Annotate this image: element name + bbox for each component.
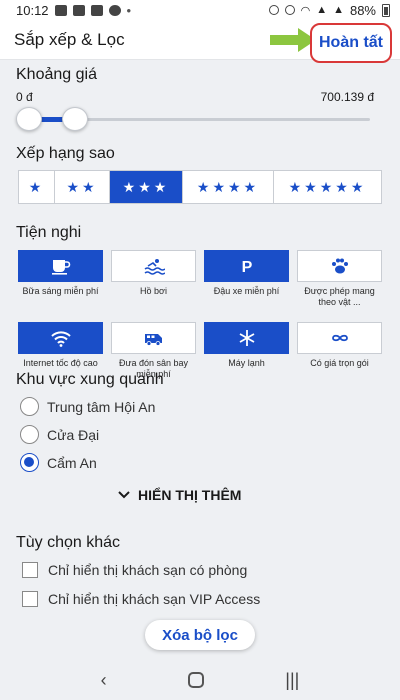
signal-icon: ▲ xyxy=(333,4,344,16)
show-more-button[interactable]: HIỂN THỊ THÊM xyxy=(118,487,241,503)
star-option-3[interactable]: ★★★ xyxy=(110,171,183,203)
battery-percent: 88% xyxy=(349,2,376,18)
recent-apps-icon[interactable]: ||| xyxy=(285,670,299,691)
more-notifications-icon: • xyxy=(126,2,132,18)
amenity-pool[interactable]: Hồ bơi xyxy=(111,250,196,320)
home-icon[interactable] xyxy=(187,672,204,688)
other-option-label: Chỉ hiển thị khách sạn VIP Access xyxy=(48,591,261,607)
amenity-label: Có giá trọn gói xyxy=(310,358,369,368)
pet-paw-icon xyxy=(331,258,348,274)
other-option[interactable]: Chỉ hiển thị khách sạn có phòng xyxy=(22,562,247,578)
battery-icon xyxy=(382,3,390,17)
star-rating-selector: ★ ★★ ★★★ ★★★★ ★★★★★ xyxy=(18,170,382,204)
other-section-title: Tùy chọn khác xyxy=(16,534,121,551)
facebook-icon xyxy=(108,4,121,16)
page-title: Sắp xếp & Lọc xyxy=(14,29,125,49)
chevron-down-icon xyxy=(118,491,130,499)
price-slider-max-handle[interactable] xyxy=(62,107,88,131)
wifi-status-icon: ◠ xyxy=(300,4,311,17)
amenity-label: Máy lạnh xyxy=(228,358,265,368)
amenity-label: Đậu xe miễn phí xyxy=(213,286,280,296)
breakfast-icon xyxy=(51,260,70,275)
area-option[interactable]: Cửa Đại xyxy=(20,425,99,444)
svg-text:P: P xyxy=(241,259,252,276)
area-option[interactable]: Trung tâm Hội An xyxy=(20,397,155,416)
done-button-label: Hoàn tất xyxy=(319,34,383,51)
infinity-icon xyxy=(331,334,348,342)
amenity-breakfast[interactable]: Bữa sáng miễn phí xyxy=(18,250,103,320)
pool-icon xyxy=(144,259,165,275)
price-section-title: Khoảng giá xyxy=(16,66,97,83)
star-option-4[interactable]: ★★★★ xyxy=(183,171,274,203)
shuttle-icon xyxy=(144,334,162,346)
amenity-label: Hồ bơi xyxy=(140,286,167,296)
price-slider-min-handle[interactable] xyxy=(16,107,42,131)
wifi-icon xyxy=(50,331,71,347)
clear-filters-label: Xóa bộ lọc xyxy=(162,626,238,644)
star-option-2[interactable]: ★★ xyxy=(55,171,110,203)
system-navigation-bar: ‹ ||| xyxy=(0,660,400,700)
amenity-label: Được phép mang theo vật ... xyxy=(304,286,375,307)
checkbox[interactable] xyxy=(22,562,38,578)
status-bar: 10:12 • ◠ ▲ ▲ 88% xyxy=(0,0,400,20)
other-option-label: Chỉ hiển thị khách sạn có phòng xyxy=(48,562,248,578)
area-option-label: Cẩm An xyxy=(47,454,97,471)
snowflake-icon xyxy=(239,330,254,346)
amenities-section-title: Tiện nghi xyxy=(16,224,82,241)
other-option[interactable]: Chỉ hiển thị khách sạn VIP Access xyxy=(22,591,260,607)
parking-icon: P xyxy=(241,259,252,276)
show-more-label: HIỂN THỊ THÊM xyxy=(138,487,242,503)
price-max-label: 700.139 đ xyxy=(320,90,374,104)
amenity-label: Bữa sáng miễn phí xyxy=(22,286,99,296)
notification-icon xyxy=(90,4,103,16)
star-option-1[interactable]: ★ xyxy=(19,171,55,203)
radio-button[interactable] xyxy=(20,397,39,416)
amenity-all-inclusive[interactable]: Có giá trọn gói xyxy=(297,322,382,392)
radio-button[interactable] xyxy=(20,453,39,472)
notification-icon xyxy=(54,4,67,16)
signal-icon: ▲ xyxy=(316,4,328,16)
area-option[interactable]: Cẩm An xyxy=(20,453,97,472)
amenity-parking[interactable]: P Đậu xe miễn phí xyxy=(204,250,289,320)
area-option-label: Trung tâm Hội An xyxy=(47,398,156,415)
clock: 10:12 xyxy=(16,2,49,18)
radio-button[interactable] xyxy=(20,425,39,444)
star-section-title: Xếp hạng sao xyxy=(16,145,115,162)
notification-icon xyxy=(72,4,85,16)
amenity-air-conditioning[interactable]: Máy lạnh xyxy=(204,322,289,392)
clear-filters-button[interactable]: Xóa bộ lọc xyxy=(145,620,255,650)
amenity-label: Internet tốc độ cao xyxy=(23,358,98,368)
area-option-label: Cửa Đại xyxy=(47,426,100,443)
amenity-pets[interactable]: Được phép mang theo vật ... xyxy=(297,250,382,320)
price-min-label: 0 đ xyxy=(16,90,33,104)
areas-section-title: Khu vực xung quanh xyxy=(16,371,164,388)
checkbox[interactable] xyxy=(22,591,38,607)
back-icon[interactable]: ‹ xyxy=(101,670,107,691)
done-button[interactable]: Hoàn tất xyxy=(310,23,392,63)
mute-icon xyxy=(284,5,295,15)
alarm-icon xyxy=(268,5,279,15)
star-option-5[interactable]: ★★★★★ xyxy=(274,171,381,203)
